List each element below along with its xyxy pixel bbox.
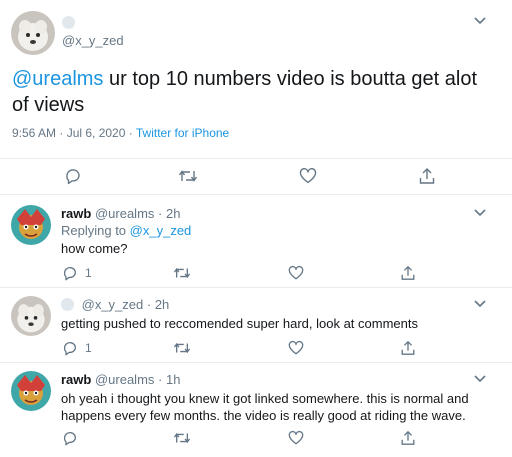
- display-name-placeholder[interactable]: [61, 298, 74, 311]
- chevron-down-icon[interactable]: [474, 300, 486, 308]
- chevron-down-icon[interactable]: [474, 375, 486, 383]
- retweet-icon: [178, 170, 198, 182]
- display-name[interactable]: rawb: [61, 206, 91, 221]
- reply-button[interactable]: [64, 167, 82, 185]
- like-button[interactable]: [299, 167, 317, 185]
- reply-icon: [66, 169, 80, 185]
- reply-count: 1: [85, 341, 92, 355]
- reply-header: rawb @urealms · 1h: [61, 372, 180, 387]
- share-button[interactable]: [400, 429, 416, 447]
- handle[interactable]: @x_y_zed: [82, 297, 144, 312]
- share-icon: [419, 168, 435, 184]
- avatar[interactable]: [11, 296, 51, 336]
- reply-icon: [63, 432, 76, 446]
- reply-text: oh yeah i thought you knew it got linked…: [61, 391, 469, 423]
- reply-button[interactable]: 1: [62, 339, 92, 357]
- tweet-text: @urealms ur top 10 numbers video is bout…: [12, 66, 492, 118]
- retweet-button[interactable]: [173, 264, 191, 282]
- like-button[interactable]: [288, 429, 304, 447]
- main-tweet: @x_y_zed @urealms ur top 10 numbers vide…: [0, 0, 512, 195]
- like-button[interactable]: [288, 339, 304, 357]
- replying-prefix: Replying to: [61, 223, 130, 238]
- reply-header: rawb @urealms · 2h: [61, 206, 180, 221]
- reply-time[interactable]: · 2h: [158, 206, 180, 221]
- heart-icon: [299, 168, 317, 184]
- timestamp[interactable]: 9:56 AM · Jul 6, 2020: [12, 126, 125, 140]
- chevron-down-icon[interactable]: [474, 17, 486, 25]
- avatar[interactable]: [11, 11, 55, 55]
- share-button[interactable]: [418, 167, 436, 185]
- handle[interactable]: @urealms: [95, 206, 154, 221]
- reply-time[interactable]: · 1h: [158, 372, 180, 387]
- reply-icon: [63, 267, 76, 281]
- avatar[interactable]: [11, 371, 51, 411]
- retweet-icon: [173, 342, 191, 354]
- share-icon: [401, 340, 415, 355]
- heart-icon: [288, 265, 304, 280]
- like-button[interactable]: [288, 264, 304, 282]
- reply-header: @x_y_zed · 2h: [61, 297, 169, 312]
- reply-button[interactable]: 1: [62, 264, 92, 282]
- retweet-button[interactable]: [173, 429, 191, 447]
- reply-count: 1: [85, 266, 92, 280]
- source-link[interactable]: Twitter for iPhone: [136, 126, 229, 140]
- retweet-icon: [173, 432, 191, 444]
- display-name-placeholder[interactable]: [62, 16, 75, 29]
- display-name[interactable]: rawb: [61, 372, 91, 387]
- mention-link[interactable]: @urealms: [12, 68, 103, 90]
- share-icon: [401, 265, 415, 280]
- replying-to: Replying to @x_y_zed: [61, 223, 191, 238]
- reply-time[interactable]: · 2h: [147, 297, 169, 312]
- reply-tweet[interactable]: @x_y_zed · 2h getting pushed to reccomen…: [0, 288, 512, 362]
- avatar[interactable]: [11, 205, 51, 245]
- reply-tweet[interactable]: rawb @urealms · 1h oh yeah i thought you…: [0, 363, 512, 457]
- handle[interactable]: @x_y_zed: [62, 33, 124, 48]
- reply-tweet[interactable]: rawb @urealms · 2h Replying to @x_y_zed …: [0, 197, 512, 287]
- replying-handle-link[interactable]: @x_y_zed: [130, 223, 192, 238]
- share-button[interactable]: [400, 264, 416, 282]
- handle[interactable]: @urealms: [95, 372, 154, 387]
- retweet-icon: [173, 267, 191, 279]
- heart-icon: [288, 340, 304, 355]
- reply-text: getting pushed to reccomended super hard…: [61, 316, 418, 331]
- share-icon: [401, 430, 415, 445]
- tweet-actions: [0, 158, 512, 192]
- meta-separator: ·: [125, 126, 136, 140]
- tweet-meta: 9:56 AM · Jul 6, 2020 · Twitter for iPho…: [12, 126, 229, 140]
- reply-text: how come?: [61, 241, 128, 256]
- reply-button[interactable]: [62, 429, 85, 447]
- retweet-button[interactable]: [173, 339, 191, 357]
- reply-icon: [63, 342, 76, 356]
- share-button[interactable]: [400, 339, 416, 357]
- chevron-down-icon[interactable]: [474, 209, 486, 217]
- retweet-button[interactable]: [178, 167, 198, 185]
- heart-icon: [288, 430, 304, 445]
